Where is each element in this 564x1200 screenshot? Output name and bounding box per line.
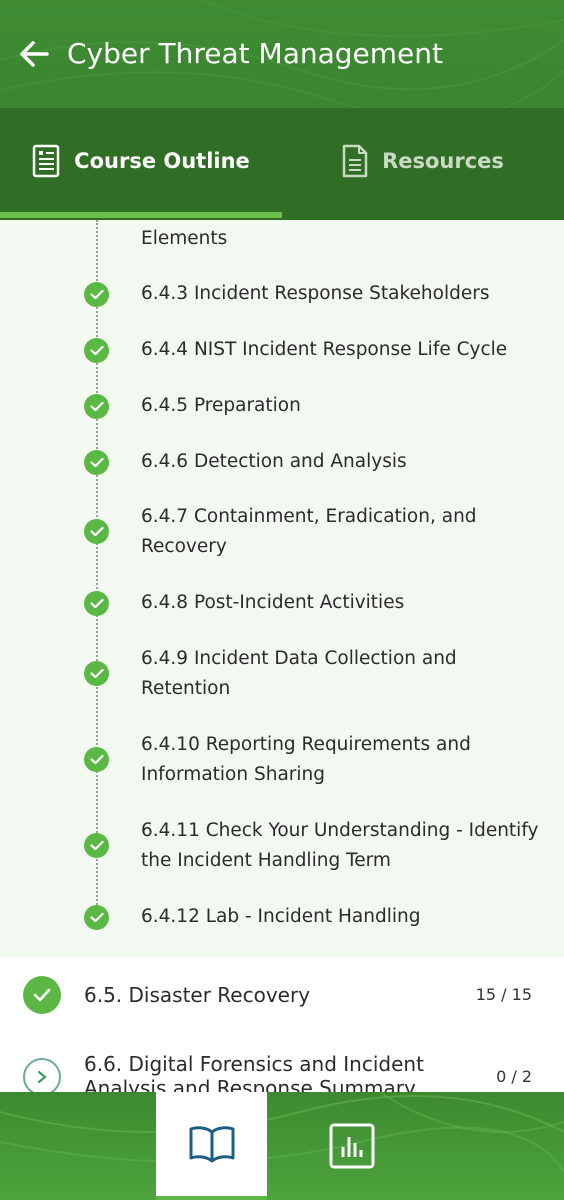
topic-label: 6.4.5 Preparation: [141, 395, 301, 416]
arrow-left-icon: [20, 41, 49, 67]
check-circle-icon: [23, 976, 61, 1014]
footer-wave-pattern: [0, 1092, 564, 1173]
progress-count: 15 / 15: [475, 985, 532, 1004]
tab-label: Course Outline: [74, 149, 250, 173]
section-label: 6.5. Disaster Recovery: [84, 983, 311, 1007]
topic-label: 6.4.9 Incident Data Collection and Reten…: [141, 648, 457, 699]
timeline-line: [96, 220, 98, 920]
check-icon: [84, 450, 109, 475]
section-digital-forensics[interactable]: 6.6. Digital Forensics and Incident Anal…: [0, 1049, 564, 1092]
course-outline-list[interactable]: Elements 6.4.3 Incident Response Stakeho…: [0, 220, 564, 1092]
tab-bar: Course Outline Resources: [0, 108, 564, 220]
bottom-nav: [0, 1092, 564, 1200]
tab-resources[interactable]: Resources: [282, 108, 564, 214]
topic-label: 6.4.11 Check Your Understanding - Identi…: [141, 820, 539, 871]
check-icon: [84, 338, 109, 363]
active-nav-indicator: [156, 1196, 267, 1200]
check-icon: [84, 394, 109, 419]
document-list-icon: [32, 144, 60, 178]
topic-label: Elements: [141, 228, 228, 249]
nav-course-button[interactable]: [156, 1092, 267, 1196]
active-tab-indicator: [0, 212, 282, 218]
page-title: Cyber Threat Management: [67, 37, 443, 70]
topic-label: 6.4.10 Reporting Requirements and Inform…: [141, 734, 471, 785]
topic-label: 6.4.12 Lab - Incident Handling: [141, 906, 421, 927]
check-icon: [84, 661, 109, 686]
check-icon: [84, 747, 109, 772]
topic-label: 6.4.6 Detection and Analysis: [141, 451, 407, 472]
topic-label: 6.4.8 Post-Incident Activities: [141, 592, 405, 613]
open-book-icon: [189, 1126, 234, 1163]
check-icon: [84, 519, 109, 544]
section-disaster-recovery[interactable]: 6.5. Disaster Recovery 15 / 15: [0, 957, 564, 1049]
progress-count: 0 / 2: [496, 1067, 532, 1086]
check-icon: [84, 833, 109, 858]
topic-label: 6.4.4 NIST Incident Response Life Cycle: [141, 339, 508, 360]
topic-label: 6.4.7 Containment, Eradication, and Reco…: [141, 506, 477, 557]
check-icon: [84, 591, 109, 616]
app-header: Cyber Threat Management: [0, 0, 564, 108]
check-icon: [84, 282, 109, 307]
tab-course-outline[interactable]: Course Outline: [0, 108, 282, 214]
topic-sublist: Elements 6.4.3 Incident Response Stakeho…: [0, 220, 564, 957]
nav-progress-button[interactable]: [296, 1092, 407, 1200]
check-icon: [84, 905, 109, 930]
section-label: 6.6. Digital Forensics and Incident Anal…: [84, 1052, 424, 1092]
chevron-right-icon: [23, 1058, 61, 1092]
tab-label: Resources: [382, 149, 504, 173]
bar-chart-icon: [329, 1123, 374, 1169]
document-icon: [342, 144, 368, 178]
topic-label: 6.4.3 Incident Response Stakeholders: [141, 283, 490, 304]
back-button[interactable]: [14, 34, 54, 74]
